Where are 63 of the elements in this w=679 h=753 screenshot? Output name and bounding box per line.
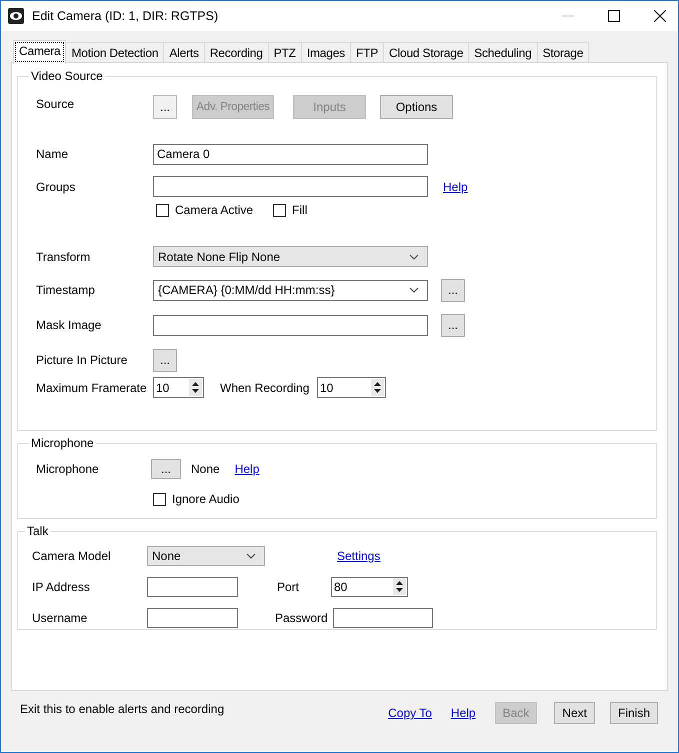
device-name: None xyxy=(191,462,220,476)
footer-link[interactable]: Help xyxy=(450,706,476,720)
tab[interactable]: Storage xyxy=(536,42,590,63)
button[interactable]: Next xyxy=(554,702,595,724)
checkbox[interactable] xyxy=(153,492,166,506)
browse-button[interactable]: ... xyxy=(441,314,465,336)
settings-link[interactable]: Settings xyxy=(337,549,380,563)
field-label: Timestamp xyxy=(36,283,96,297)
field-label: Camera Model xyxy=(32,549,112,563)
groups-input[interactable] xyxy=(153,176,428,197)
group-title: Talk xyxy=(26,524,50,538)
chevron-down-icon xyxy=(246,553,256,559)
button[interactable]: Options xyxy=(380,95,453,119)
field-label: Picture In Picture xyxy=(36,353,128,367)
eye-icon xyxy=(8,8,24,24)
footer-link[interactable]: Copy To xyxy=(388,706,432,720)
spin-box[interactable]: 10 xyxy=(317,377,386,398)
name-input[interactable]: Camera 0 xyxy=(153,144,428,164)
checkbox[interactable] xyxy=(273,204,286,216)
help-link[interactable]: Help xyxy=(234,462,260,476)
mask-image-input[interactable] xyxy=(153,314,428,336)
spin-box[interactable]: 80 xyxy=(331,576,408,596)
field-label: Microphone xyxy=(36,462,100,476)
group-title: Microphone xyxy=(30,436,95,450)
group-title: Video Source xyxy=(30,69,104,83)
field-label: Port xyxy=(277,580,300,594)
password-input[interactable] xyxy=(333,608,433,628)
field-label: Password xyxy=(275,610,329,624)
chevron-down-icon xyxy=(409,287,419,293)
status-text: Exit this to enable alerts and recording xyxy=(20,702,224,716)
field-label: Transform xyxy=(36,250,92,264)
field-label: When Recording xyxy=(220,380,310,394)
spin-arrows-icon[interactable] xyxy=(371,379,384,396)
spin-arrows-icon[interactable] xyxy=(393,578,406,595)
username-input[interactable] xyxy=(147,608,238,628)
close-icon[interactable] xyxy=(654,10,666,22)
window-title: Edit Camera (ID: 1, DIR: RGTPS) xyxy=(32,9,218,23)
field-label: Username xyxy=(32,610,88,624)
checkbox-label: Ignore Audio xyxy=(172,492,240,506)
button[interactable]: Finish xyxy=(610,702,658,724)
checkbox-label: Fill xyxy=(292,203,308,217)
timestamp-dropdown[interactable]: {CAMERA} {0:MM/dd HH:mm:ss} xyxy=(153,280,428,300)
transform-dropdown[interactable]: Rotate None Flip None xyxy=(153,246,428,267)
browse-button[interactable]: ... xyxy=(441,278,465,302)
field-label: Groups xyxy=(36,180,76,194)
button[interactable]: ... xyxy=(153,95,177,119)
camera-model-dropdown[interactable]: None xyxy=(147,546,265,566)
field-label: Maximum Framerate xyxy=(36,380,148,394)
field-label: Source xyxy=(36,97,76,111)
field-label: Mask Image xyxy=(36,318,102,332)
spin-box[interactable]: 10 xyxy=(153,377,204,398)
tab[interactable]: Camera xyxy=(13,40,66,64)
browse-button[interactable]: ... xyxy=(153,348,177,372)
field-label: Name xyxy=(36,147,70,161)
chevron-down-icon xyxy=(409,254,419,260)
ip-address-input[interactable] xyxy=(147,576,238,596)
maximize-icon[interactable] xyxy=(608,10,620,22)
spin-arrows-icon[interactable] xyxy=(189,379,202,396)
help-link[interactable]: Help xyxy=(443,180,468,194)
checkbox-label: Camera Active xyxy=(175,203,254,217)
checkbox[interactable] xyxy=(156,204,169,216)
browse-button[interactable]: ... xyxy=(151,459,181,479)
field-label: IP Address xyxy=(32,580,91,594)
